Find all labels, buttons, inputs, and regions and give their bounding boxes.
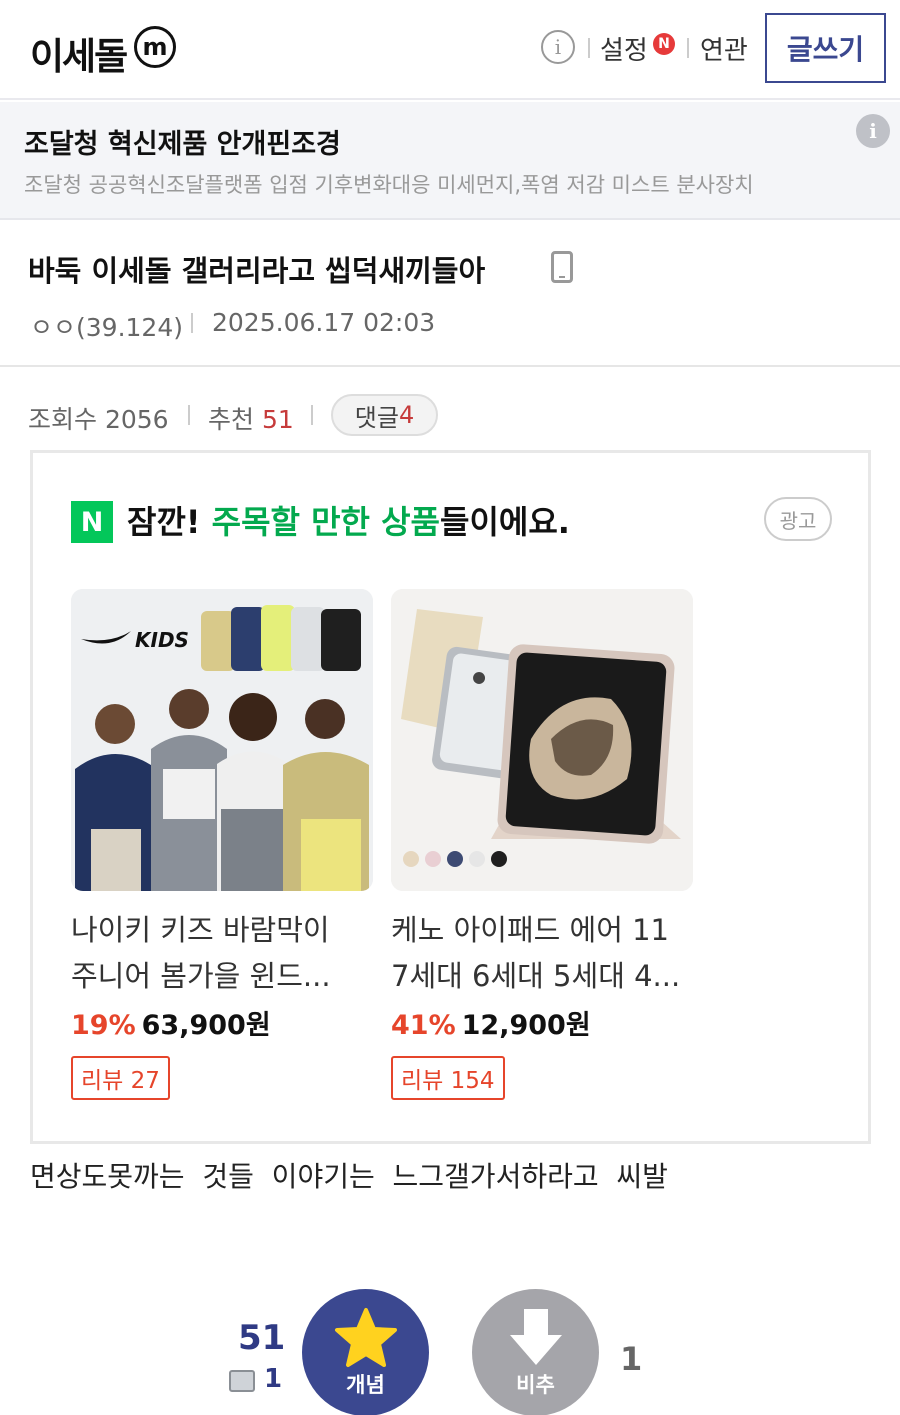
post-author[interactable]: ㅇㅇ(39.124) [30,308,183,344]
downvote-count: 1 [620,1340,643,1378]
recommend-label: 추천 [208,405,255,434]
divider [188,405,190,425]
write-button[interactable]: 글쓰기 [765,13,886,83]
ad-label[interactable]: 광고 [764,497,832,541]
review-badge: 리뷰 27 [71,1056,170,1100]
kids-logo-text: KIDS [135,628,189,652]
discount-rate: 41% [391,1010,456,1041]
gallery-name[interactable]: 이세돌 [30,26,128,80]
new-badge: N [653,33,675,55]
post-body: 면상도못까는 것들 이야기는 느그갤가서하라고 씨발 [30,1160,668,1193]
downvote-button[interactable]: 비추 [472,1289,599,1415]
ad-title[interactable]: 조달청 혁신제품 안개핀조경 [24,122,341,161]
upvote-button[interactable]: 개념 [302,1289,429,1415]
naver-logo: N [71,501,113,543]
gallery-header: 이세돌 m i 설정 N 연관 글쓰기 [0,0,900,100]
ad-description[interactable]: 조달청 공공혁신조달플랫폼 입점 기후변화대응 미세먼지,폭염 저감 미스트 분… [24,169,754,199]
product-name-line: 나이키 키즈 바람막이 [71,913,330,947]
header-divider [0,365,900,367]
product-name[interactable]: 케노 아이패드 에어 11 7세대 6세대 5세대 4... [391,907,693,999]
discount-rate: 19% [71,1010,136,1041]
product-card[interactable]: KIDS 나이키 키즈 바람막이 주니어 봄가을 윈드... 19% 63,90… [71,589,373,1100]
headline-suffix: 들이에요. [440,503,570,541]
mobile-icon [551,251,573,283]
ad-info-icon[interactable]: i [856,114,890,148]
related-link[interactable]: 연관 [700,30,748,67]
view-count: 조회수 2056 [28,405,169,434]
price-row: 19% 63,900원 [71,1003,373,1042]
product-image[interactable] [391,589,693,891]
price: 63,900원 [141,1010,271,1041]
fixed-user-upvote-count: 1 [264,1364,283,1394]
upvote-count: 51 [238,1318,286,1358]
upvote-label: 개념 [346,1373,385,1397]
price: 12,900원 [461,1010,591,1041]
arrow-down-icon [509,1309,562,1365]
review-badge: 리뷰 154 [391,1056,505,1100]
product-name[interactable]: 나이키 키즈 바람막이 주니어 봄가을 윈드... [71,907,373,999]
star-icon [334,1308,397,1367]
comment-label: 댓글 [354,403,399,432]
settings-link[interactable]: 설정 [600,30,648,67]
headline-prefix: 잠깐! [127,503,212,541]
divider [588,38,590,58]
comment-button[interactable]: 댓글 4 [331,394,438,436]
post-title: 바둑 이세돌 갤러리라고 씹덕새끼들아 [28,254,486,288]
divider [191,313,193,333]
fixed-user-icon [229,1370,255,1392]
product-name-line: 주니어 봄가을 윈드... [71,959,331,993]
product-ad-headline: 잠깐! 주목할 만한 상품들이에요. [127,497,570,543]
recommend-number: 51 [261,405,294,434]
headline-highlight: 주목할 만한 상품 [211,503,440,541]
price-row: 41% 12,900원 [391,1003,693,1042]
product-name-line: 7세대 6세대 5세대 4... [391,959,681,993]
ad-banner[interactable]: 조달청 혁신제품 안개핀조경 조달청 공공혁신조달플랫폼 입점 기후변화대응 미… [0,102,900,220]
minor-gallery-icon: m [134,26,176,68]
product-card[interactable]: 케노 아이패드 에어 11 7세대 6세대 5세대 4... 41% 12,900… [391,589,693,1100]
product-image[interactable]: KIDS [71,589,373,891]
downvote-label: 비추 [516,1373,555,1397]
post-date: 2025.06.17 02:03 [212,308,436,337]
product-ad-box: N 잠깐! 주목할 만한 상품들이에요. 광고 KIDS 나이키 키즈 바람막이… [30,450,871,1144]
info-icon[interactable]: i [541,30,575,64]
comment-count: 4 [398,401,415,429]
recommend-count: 추천 51 [208,400,294,436]
product-name-line: 케노 아이패드 에어 11 [391,913,669,947]
divider [687,38,689,58]
divider [311,405,313,425]
